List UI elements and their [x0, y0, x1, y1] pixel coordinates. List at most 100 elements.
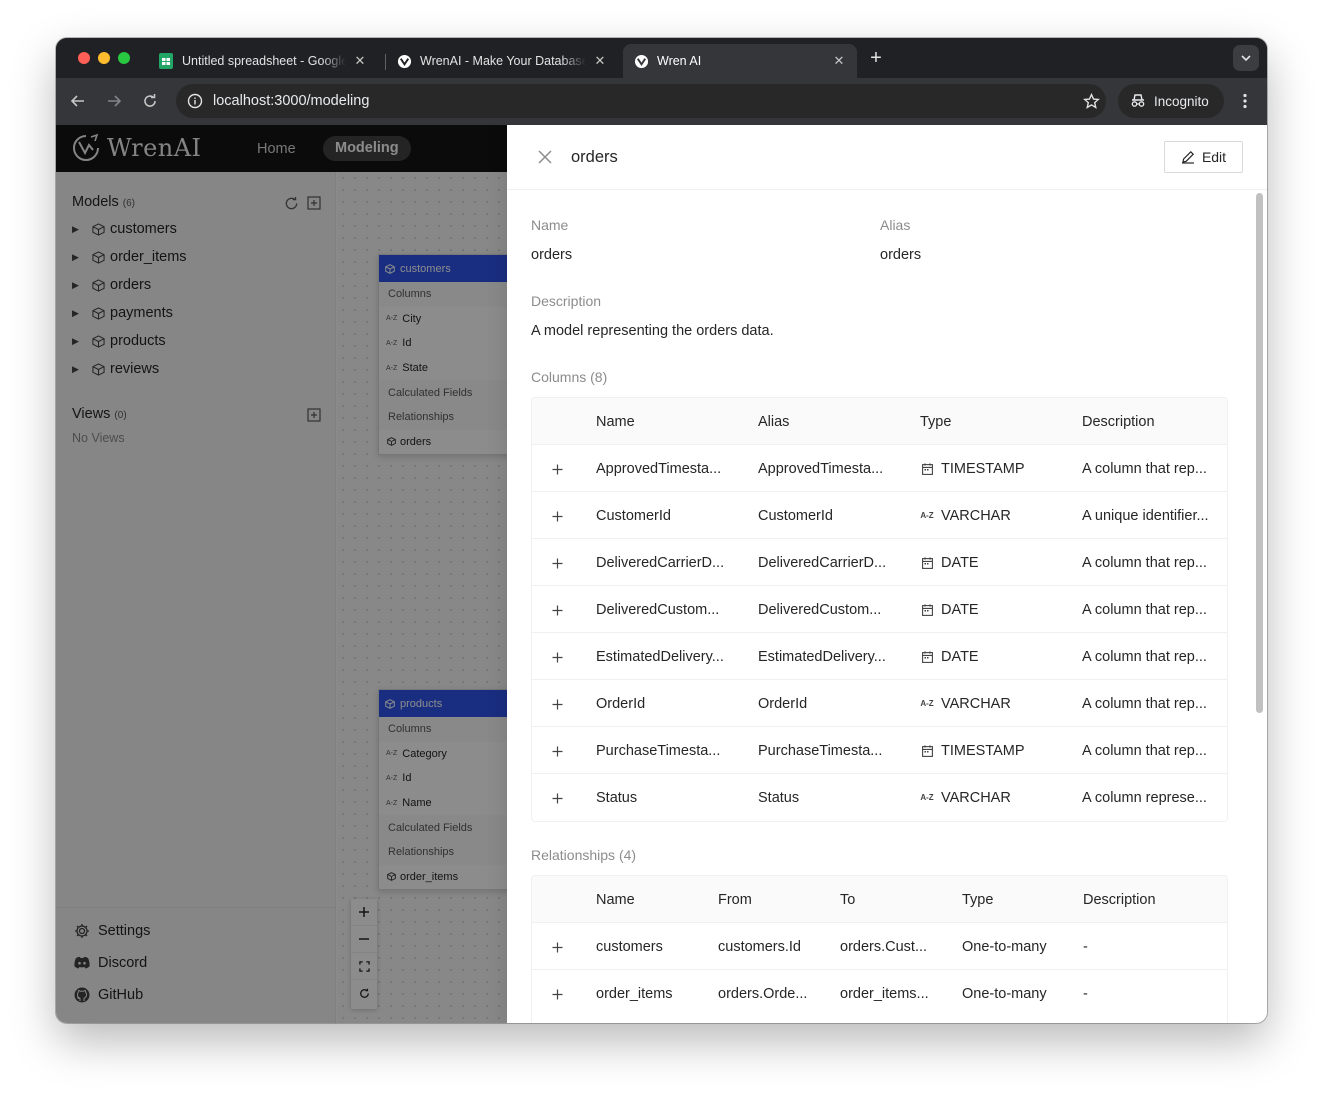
columns-table-body: ApprovedTimesta... ApprovedTimesta... TIME…	[532, 445, 1227, 821]
rel-header-description[interactable]: Description	[1083, 876, 1156, 923]
relationships-table: Name From To Type Description customers c…	[531, 875, 1228, 1023]
table-row[interactable]: customers customers.Id orders.Cust... One-t…	[532, 923, 1227, 970]
cell-name: ApprovedTimesta...	[596, 460, 722, 477]
column-header-type[interactable]: Type	[920, 398, 951, 445]
relationships-title: Relationships (4)	[531, 847, 637, 863]
tab-sheets[interactable]: Untitled spreadsheet - Google Sheets ✕	[148, 44, 378, 78]
name-label: Name	[531, 217, 569, 233]
expand-row-icon[interactable]	[549, 461, 565, 477]
expand-row-icon[interactable]	[549, 939, 565, 955]
table-row[interactable]: order_items orders.Orde... order_items... O…	[532, 970, 1227, 1017]
expand-row-icon[interactable]	[549, 555, 565, 571]
cell-type-label: DATE	[941, 601, 979, 618]
table-row-partial	[532, 1017, 1227, 1023]
arrow-right-icon	[108, 95, 122, 107]
columns-title: Columns (8)	[531, 369, 608, 385]
expand-row-icon[interactable]	[549, 790, 565, 806]
relationships-table-body: customers customers.Id orders.Cust... One-t…	[532, 923, 1227, 1017]
column-header-description[interactable]: Description	[1082, 398, 1155, 445]
cell-type: One-to-many	[962, 938, 1047, 955]
cell-description: A column represe...	[1082, 789, 1207, 806]
calendar-icon	[920, 556, 934, 570]
alias-value: orders	[880, 247, 922, 263]
column-header-alias[interactable]: Alias	[758, 398, 789, 445]
edit-button[interactable]: Edit	[1164, 141, 1243, 173]
text-az-icon: A-Z	[920, 793, 934, 802]
table-row[interactable]: DeliveredCarrierD... DeliveredCarrierD...…	[532, 539, 1227, 586]
browser-menu-button[interactable]	[1234, 90, 1256, 112]
bookmark-star-icon[interactable]	[1082, 92, 1100, 110]
cell-description: A column that rep...	[1082, 460, 1207, 477]
table-row[interactable]: EstimatedDelivery... EstimatedDelivery...…	[532, 633, 1227, 680]
table-row[interactable]: Status Status A-Z VARCHAR A column represe..…	[532, 774, 1227, 821]
maximize-window-button[interactable]	[118, 52, 130, 64]
rel-header-type[interactable]: Type	[962, 876, 993, 923]
tab-close-icon[interactable]: ✕	[831, 53, 847, 69]
cell-type-label: DATE	[941, 554, 979, 571]
tab-search-button[interactable]	[1233, 45, 1259, 71]
table-row[interactable]: PurchaseTimesta... PurchaseTimesta... TIME…	[532, 727, 1227, 774]
tab-wrenai-site[interactable]: WrenAI - Make Your Database RAG-Ready ✕	[386, 44, 618, 78]
incognito-icon	[1131, 94, 1145, 107]
address-bar[interactable]: localhost:3000/modeling	[176, 84, 1106, 118]
rel-header-to[interactable]: To	[840, 876, 855, 923]
cell-alias: PurchaseTimesta...	[758, 742, 883, 759]
table-row[interactable]: ApprovedTimesta... ApprovedTimesta... TIME…	[532, 445, 1227, 492]
expand-row-icon[interactable]	[549, 602, 565, 618]
tab-wrenai-app[interactable]: Wren AI ✕	[623, 44, 857, 78]
cell-description: A column that rep...	[1082, 695, 1207, 712]
info-icon[interactable]	[186, 92, 204, 110]
new-tab-button[interactable]: +	[866, 47, 886, 69]
expand-row-icon[interactable]	[549, 986, 565, 1002]
table-row[interactable]: DeliveredCustom... DeliveredCustom... DATE…	[532, 586, 1227, 633]
rel-header-from[interactable]: From	[718, 876, 752, 923]
cell-description: A column that rep...	[1082, 648, 1207, 665]
reload-button[interactable]	[139, 90, 161, 112]
cell-type: A-Z VARCHAR	[920, 774, 1011, 821]
browser-toolbar: localhost:3000/modeling Incognito	[56, 78, 1267, 125]
cell-name: Status	[596, 789, 638, 806]
expand-row-icon[interactable]	[549, 743, 565, 759]
description-value: A model representing the orders data.	[531, 323, 774, 339]
tab-title: Untitled spreadsheet - Google Sheets	[182, 54, 346, 68]
table-row[interactable]: CustomerId CustomerId A-Z VARCHAR A unique i…	[532, 492, 1227, 539]
columns-table: Name Alias Type Description ApprovedTime…	[531, 397, 1228, 822]
cell-type: TIMESTAMP	[920, 727, 1025, 774]
forward-button[interactable]	[103, 90, 125, 112]
tab-strip: Untitled spreadsheet - Google Sheets ✕ W…	[56, 38, 1267, 78]
column-header-name[interactable]: Name	[596, 398, 635, 445]
cell-type: DATE	[920, 633, 979, 680]
cell-type-label: TIMESTAMP	[941, 460, 1025, 477]
relationships-table-header: Name From To Type Description	[532, 876, 1227, 923]
chevron-down-icon	[1241, 55, 1251, 62]
incognito-label: Incognito	[1154, 93, 1209, 109]
incognito-badge[interactable]: Incognito	[1118, 84, 1224, 118]
calendar-icon	[920, 744, 934, 758]
back-button[interactable]	[67, 90, 89, 112]
minimize-window-button[interactable]	[98, 52, 110, 64]
drawer-title: orders	[571, 148, 618, 166]
drawer-mask[interactable]	[56, 125, 507, 1023]
table-row[interactable]: OrderId OrderId A-Z VARCHAR A column that re…	[532, 680, 1227, 727]
close-icon	[538, 150, 552, 164]
expand-row-icon[interactable]	[549, 508, 565, 524]
cell-description: A column that rep...	[1082, 742, 1207, 759]
close-window-button[interactable]	[78, 52, 90, 64]
cell-alias: OrderId	[758, 695, 808, 712]
expand-row-icon[interactable]	[549, 696, 565, 712]
cell-name: OrderId	[596, 695, 646, 712]
cell-alias: DeliveredCustom...	[758, 601, 882, 618]
name-value: orders	[531, 247, 573, 263]
expand-row-icon[interactable]	[549, 649, 565, 665]
cell-name: customers	[596, 938, 663, 955]
rel-header-name[interactable]: Name	[596, 876, 635, 923]
tab-title: Wren AI	[657, 54, 702, 68]
calendar-icon	[920, 650, 934, 664]
cell-name: DeliveredCustom...	[596, 601, 720, 618]
tab-close-icon[interactable]: ✕	[592, 53, 608, 69]
drawer-scrollbar[interactable]	[1256, 193, 1263, 713]
tab-close-icon[interactable]: ✕	[352, 53, 368, 69]
reload-icon	[144, 94, 156, 107]
close-drawer-button[interactable]	[535, 147, 555, 167]
cell-from: customers.Id	[718, 938, 801, 955]
